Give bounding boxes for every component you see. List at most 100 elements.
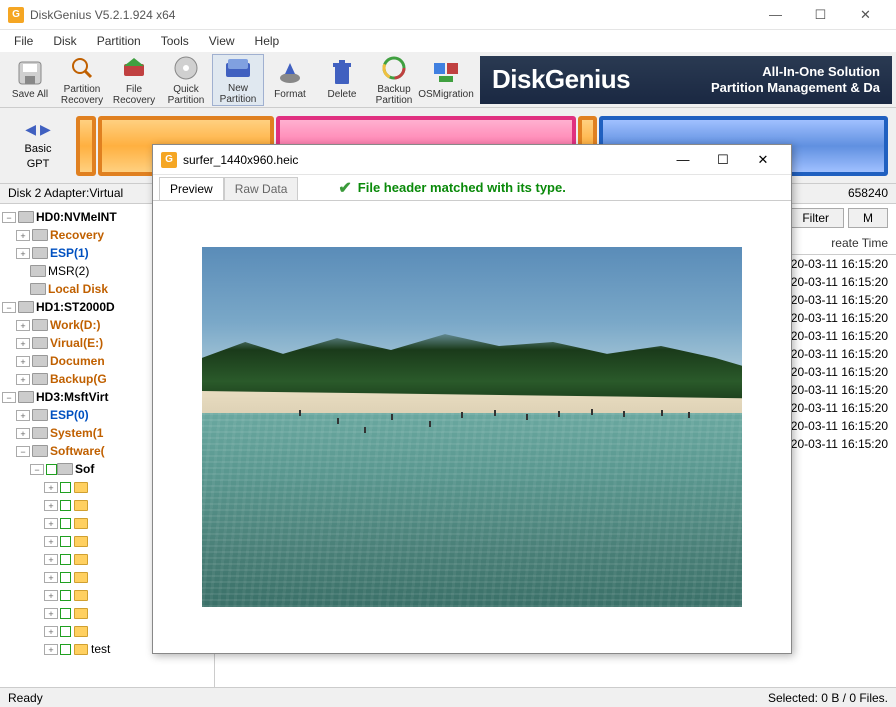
backup-icon [380, 54, 408, 82]
slogan-line2: Partition Management & Da [711, 80, 880, 96]
menu-disk[interactable]: Disk [45, 32, 84, 50]
maximize-button[interactable]: ☐ [798, 1, 843, 29]
preview-minimize-button[interactable]: — [663, 146, 703, 174]
preview-image [202, 247, 742, 607]
tree-expand-icon[interactable]: + [16, 428, 30, 439]
tree-expand-icon[interactable]: + [16, 374, 30, 385]
folder-icon [74, 644, 88, 655]
filter-button[interactable]: Filter [787, 208, 844, 228]
preview-window: G surfer_1440x960.heic — ☐ ✕ Preview Raw… [152, 144, 792, 654]
toolbar-label: Partition Recovery [61, 84, 103, 106]
quick-partition-button[interactable]: Quick Partition [160, 54, 212, 106]
new-partition-button[interactable]: New Partition [212, 54, 264, 106]
tree-expand-icon[interactable]: + [44, 644, 58, 655]
checkbox-icon[interactable] [60, 536, 71, 547]
checkbox-icon[interactable] [60, 500, 71, 511]
tree-expand-icon[interactable]: + [16, 338, 30, 349]
basic-label: Basic [8, 142, 68, 156]
folder-icon [74, 626, 88, 637]
preview-close-button[interactable]: ✕ [743, 146, 783, 174]
save-icon [16, 59, 44, 87]
tree-label: Virual(E:) [50, 336, 103, 350]
tree-expand-icon[interactable]: + [16, 320, 30, 331]
tree-collapse-icon[interactable]: − [2, 302, 16, 313]
checkbox-icon[interactable] [60, 572, 71, 583]
partition-recovery-button[interactable]: Partition Recovery [56, 54, 108, 106]
tree-label: Sof [75, 462, 94, 476]
tree-expand-icon[interactable]: + [16, 410, 30, 421]
brand-banner: DiskGenius All-In-One Solution Partition… [480, 56, 892, 104]
tree-expand-icon[interactable]: + [44, 572, 58, 583]
tree-expand-icon[interactable]: + [44, 536, 58, 547]
tree-collapse-icon[interactable]: − [2, 212, 16, 223]
tree-expand-icon[interactable]: + [44, 608, 58, 619]
file-recovery-button[interactable]: File Recovery [108, 54, 160, 106]
partition-icon [32, 354, 48, 368]
preview-titlebar[interactable]: G surfer_1440x960.heic — ☐ ✕ [153, 145, 791, 175]
checkbox-icon[interactable] [46, 464, 57, 475]
disk-icon [18, 390, 34, 404]
partition-icon [30, 282, 46, 296]
tree-label: Backup(G [50, 372, 107, 386]
folder-icon [74, 590, 88, 601]
delete-button[interactable]: Delete [316, 54, 368, 106]
tree-expand-icon[interactable]: + [44, 554, 58, 565]
checkbox-icon[interactable] [60, 482, 71, 493]
partition-segment[interactable] [76, 116, 96, 176]
backup-partition-button[interactable]: Backup Partition [368, 54, 420, 106]
minimize-button[interactable]: — [753, 1, 798, 29]
menubar: File Disk Partition Tools View Help [0, 30, 896, 52]
partition-icon [57, 462, 73, 476]
format-button[interactable]: Format [264, 54, 316, 106]
partition-icon [32, 408, 48, 422]
tree-label: HD1:ST2000D [36, 300, 115, 314]
tree-expand-icon[interactable]: + [44, 482, 58, 493]
checkbox-icon[interactable] [60, 608, 71, 619]
nav-arrows[interactable]: ◀ ▶ [8, 120, 68, 138]
menu-tools[interactable]: Tools [153, 32, 197, 50]
close-button[interactable]: ✕ [843, 1, 888, 29]
preview-maximize-button[interactable]: ☐ [703, 146, 743, 174]
recovery-icon [120, 54, 148, 82]
checkbox-icon[interactable] [60, 644, 71, 655]
tree-expand-icon[interactable]: + [44, 590, 58, 601]
m-button[interactable]: M [848, 208, 888, 228]
checkbox-icon[interactable] [60, 590, 71, 601]
status-right: Selected: 0 B / 0 Files. [768, 691, 888, 705]
checkbox-icon[interactable] [60, 518, 71, 529]
tree-expand-icon[interactable]: + [16, 230, 30, 241]
menu-partition[interactable]: Partition [89, 32, 149, 50]
tree-label: Software( [50, 444, 105, 458]
partition-icon [32, 372, 48, 386]
tree-collapse-icon[interactable]: − [16, 446, 30, 457]
tab-raw-data[interactable]: Raw Data [224, 177, 299, 200]
menu-help[interactable]: Help [247, 32, 288, 50]
checkbox-icon[interactable] [60, 626, 71, 637]
tree-collapse-icon[interactable]: − [30, 464, 44, 475]
tree-label: test [91, 642, 110, 656]
titlebar: G DiskGenius V5.2.1.924 x64 — ☐ ✕ [0, 0, 896, 30]
tree-expand-icon[interactable]: + [44, 500, 58, 511]
tab-preview[interactable]: Preview [159, 177, 224, 200]
disk-adapter-label: Disk 2 Adapter:Virtual [8, 186, 123, 201]
tree-expand-icon[interactable]: + [44, 518, 58, 529]
checkbox-icon[interactable] [60, 554, 71, 565]
tree-label: ESP(1) [50, 246, 89, 260]
preview-window-controls: — ☐ ✕ [663, 146, 783, 174]
tree-expand-icon[interactable]: + [44, 626, 58, 637]
os-migration-button[interactable]: OSMigration [420, 54, 472, 106]
menu-file[interactable]: File [6, 32, 41, 50]
save-all-button[interactable]: Save All [4, 54, 56, 106]
tree-label: MSR(2) [48, 264, 89, 278]
tree-label: Local Disk [48, 282, 108, 296]
tree-collapse-icon[interactable]: − [2, 392, 16, 403]
tree-expand-icon[interactable]: + [16, 248, 30, 259]
status-left: Ready [8, 691, 43, 705]
magnifier-icon [68, 54, 96, 82]
app-title: DiskGenius V5.2.1.924 x64 [30, 8, 753, 22]
disk-sector-count: 658240 [848, 186, 888, 201]
toolbar-label: Backup Partition [376, 84, 413, 106]
menu-view[interactable]: View [201, 32, 243, 50]
tree-label: System(1 [50, 426, 103, 440]
tree-expand-icon[interactable]: + [16, 356, 30, 367]
